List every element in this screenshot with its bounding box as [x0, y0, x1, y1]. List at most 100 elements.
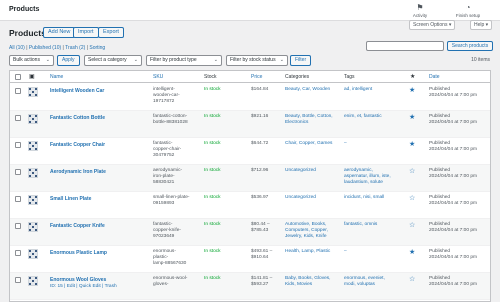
apply-button[interactable]: Apply [57, 55, 80, 66]
product-name-link[interactable]: Small Linen Plate [50, 196, 91, 202]
row-checkbox[interactable] [15, 88, 21, 94]
product-thumbnail[interactable] [28, 87, 38, 97]
star-outline-icon[interactable]: ☆ [409, 276, 415, 283]
search-input[interactable] [366, 41, 444, 51]
tags-links[interactable]: – [344, 249, 347, 255]
sku-text: bottle-88381028 [153, 120, 188, 125]
product-thumbnail[interactable] [28, 195, 38, 205]
row-checkbox[interactable] [15, 142, 21, 148]
stock-status-select[interactable]: Filter by stock status ⌄ [226, 55, 288, 66]
tags-links[interactable]: modi, voluptas [344, 282, 375, 288]
tags-links[interactable]: laudantium, solute [344, 180, 383, 186]
star-filled-icon[interactable]: ★ [409, 249, 415, 256]
date-text: 2024/04/04 at 7:00 pm [429, 255, 478, 260]
product-name-link[interactable]: Intelligent Wooden Car [50, 88, 104, 94]
product-thumbnail[interactable] [28, 168, 38, 178]
select-all-checkbox[interactable] [15, 74, 21, 80]
add-new-button[interactable]: Add New [43, 27, 76, 38]
items-count: 10 items [471, 57, 490, 63]
tags-links[interactable]: ad, intelligent [344, 87, 372, 93]
col-date[interactable]: Date [429, 74, 440, 80]
star-outline-icon[interactable]: ☆ [409, 222, 415, 229]
import-button[interactable]: Import [73, 27, 99, 38]
date-text: 2024/04/04 at 7:00 pm [429, 120, 478, 125]
activity-button[interactable]: ⚑ Activity [404, 3, 436, 18]
stock-status: In stock [204, 168, 221, 173]
row-checkbox[interactable] [15, 196, 21, 202]
filter-all-link[interactable]: All (10) [9, 45, 25, 51]
sku-text: lamp-88567630 [153, 261, 187, 266]
categories-links[interactable]: Chair, Copper, Games [285, 141, 332, 147]
filter-trash-link[interactable]: Trash (2) [65, 45, 85, 51]
product-name-link[interactable]: Fantastic Copper Knife [50, 223, 105, 229]
finish-setup-button[interactable]: ◔ Finish setup [452, 3, 484, 18]
categories-links[interactable]: Uncategorized [285, 195, 316, 201]
categories-links[interactable]: Electronics [285, 120, 308, 126]
sorting-link[interactable]: Sorting [89, 45, 105, 51]
export-button[interactable]: Export [98, 27, 124, 38]
product-thumbnail[interactable] [28, 114, 38, 124]
star-outline-icon[interactable]: ☆ [409, 168, 415, 175]
product-thumbnail[interactable] [28, 141, 38, 151]
product-thumbnail[interactable] [28, 249, 38, 259]
sku-text: gloves- [153, 282, 169, 287]
tags-links[interactable]: incidunt, nisi, small [344, 195, 384, 201]
tags-links[interactable]: enim, et, fantastic [344, 114, 382, 120]
product-thumbnail[interactable] [28, 276, 38, 286]
featured-star-icon[interactable]: ★ [410, 73, 415, 80]
categories-links[interactable]: Health, Lamp, Plastic [285, 249, 330, 255]
col-price[interactable]: Price [251, 74, 262, 80]
table-row[interactable]: Fantastic Copper Chair fantastic-copper-c… [10, 138, 490, 165]
search-products-button[interactable]: Search products [447, 41, 493, 51]
table-row[interactable]: Fantastic Copper Knife fantastic-copper-k… [10, 219, 490, 246]
col-name[interactable]: Name [50, 74, 63, 80]
table-row[interactable]: Small Linen Plate small-linen-plate- 09159… [10, 192, 490, 219]
row-checkbox[interactable] [15, 250, 21, 256]
chevron-down-icon: ⌄ [133, 57, 138, 63]
product-name-link[interactable]: Fantastic Cotton Bottle [50, 115, 105, 121]
sku-text: 30479752 [153, 153, 175, 158]
filter-button[interactable]: Filter [290, 55, 312, 66]
row-checkbox[interactable] [15, 115, 21, 121]
sku-text: 58830421 [153, 180, 175, 185]
product-thumbnail[interactable] [28, 222, 38, 232]
product-name-link[interactable]: Enormous Plastic Lamp [50, 250, 107, 256]
row-checkbox[interactable] [15, 223, 21, 229]
row-checkbox[interactable] [15, 169, 21, 175]
chevron-down-icon: ⌄ [213, 57, 218, 63]
tags-links[interactable]: fantastic, omnis [344, 222, 377, 228]
categories-links[interactable]: Uncategorized [285, 168, 316, 174]
category-select[interactable]: Select a category ⌄ [84, 55, 142, 66]
screen-options-button[interactable]: Screen Options ▾ [409, 20, 456, 30]
product-type-select[interactable]: Filter by product type ⌄ [146, 55, 222, 66]
col-sku[interactable]: SKU [153, 74, 163, 80]
stock-status: In stock [204, 87, 221, 92]
star-filled-icon[interactable]: ★ [409, 141, 415, 148]
col-categories: Categories [285, 74, 310, 80]
product-name-link[interactable]: Fantastic Copper Chair [50, 142, 105, 148]
table-header: ▣ Name SKU Stock Price Categories Tags ★… [10, 71, 490, 83]
chevron-down-icon: ⌄ [45, 57, 50, 63]
row-actions[interactable]: ID: 15 | Edit | Quick Edit | Trash [50, 284, 117, 290]
star-outline-icon[interactable]: ☆ [409, 195, 415, 202]
price-text: $644.72 [251, 141, 269, 146]
filter-published-link[interactable]: Published (10) [29, 45, 61, 51]
tags-links[interactable]: – [344, 141, 347, 147]
categories-links[interactable]: Jewelry, Kids, Knife [285, 234, 327, 240]
table-row[interactable]: Intelligent Wooden Car intelligent-wooden… [10, 84, 490, 111]
categories-links[interactable]: Kids, Movies [285, 282, 312, 288]
product-name-link[interactable]: Enormous Wool Gloves [50, 277, 106, 283]
table-row[interactable]: Fantastic Cotton Bottle fantastic-cotton-… [10, 111, 490, 138]
help-button[interactable]: Help ▾ [470, 20, 493, 30]
page-title: Products [9, 28, 46, 38]
bulk-actions-select[interactable]: Bulk actions ⌄ [9, 55, 54, 66]
star-filled-icon[interactable]: ★ [409, 87, 415, 94]
date-text: 2024/04/04 at 7:00 pm [429, 147, 478, 152]
table-row[interactable]: Enormous Wool Gloves ID: 15 | Edit | Quic… [10, 273, 490, 300]
categories-links[interactable]: Beauty, Car, Wooden [285, 87, 330, 93]
product-name-link[interactable]: Aerodynamic Iron Plate [50, 169, 106, 175]
table-row[interactable]: Aerodynamic Iron Plate aerodynamic-iron-p… [10, 165, 490, 192]
table-row[interactable]: Enormous Plastic Lamp enormous-plastic-la… [10, 246, 490, 273]
star-filled-icon[interactable]: ★ [409, 114, 415, 121]
row-checkbox[interactable] [15, 277, 21, 283]
